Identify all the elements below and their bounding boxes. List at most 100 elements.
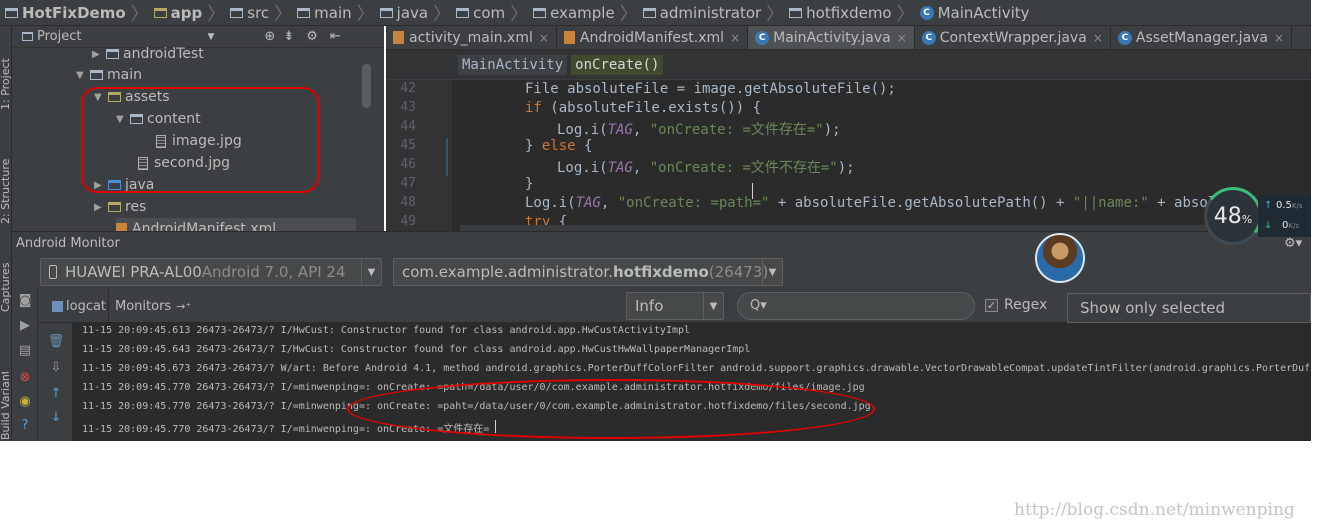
resource-folder-icon [108,202,121,212]
text-cursor [752,183,753,199]
tab-androidmanifest-xml[interactable]: AndroidManifest.xml × [557,26,749,49]
breadcrumb-mainactivity[interactable]: C MainActivity [917,0,1033,25]
crumb-method[interactable]: onCreate() [571,54,664,75]
tab-monitors[interactable]: Monitors →⁺ [115,289,191,323]
source-folder-icon [108,180,121,190]
line-number: 47 [400,176,416,191]
tree-item-main[interactable]: ▼ main [76,64,142,86]
chevron-down-icon[interactable]: ▼ [207,32,214,42]
log-level-select[interactable]: Info ▼ [626,292,724,320]
screenshot-icon[interactable]: ◙ [17,292,33,308]
breadcrumb-hotfixdemo[interactable]: hotfixdemo [786,0,894,25]
line-number: 45 [400,138,416,153]
logcat-search-input[interactable]: Q▾ [737,292,975,320]
scroll-to-end-icon[interactable]: ⇩ [48,359,64,375]
tab-mainactivity-java[interactable]: C MainActivity.java × [748,26,915,49]
package-icon [642,7,656,18]
expand-arrow-icon: ▶ [92,48,100,60]
log-line: 11-15 20:09:45.770 26473-26473/? I/=minw… [82,424,490,435]
breadcrumb-main[interactable]: main [294,0,354,25]
help-icon[interactable]: ? [17,417,33,433]
tree-item-image-jpg[interactable]: image.jpg [156,130,242,152]
arrow-down-icon[interactable]: ↓ [48,409,64,425]
logcat-output[interactable]: 11-15 20:09:45.613 26473-26473/? I/HwCus… [72,323,1311,441]
project-scrollbar[interactable] [362,64,371,108]
breadcrumb-project[interactable]: HotFixDemo [2,0,129,25]
terminate-icon[interactable]: ⊗ [17,369,33,385]
close-icon[interactable]: × [730,31,740,45]
breadcrumb-administrator[interactable]: administrator [640,0,764,25]
memory-usage-gauge[interactable]: 48% [1200,183,1266,249]
tab-logcat[interactable]: logcat [52,289,106,323]
breadcrumb-java[interactable]: java [377,0,431,25]
change-marker [446,138,448,176]
code-line-43: if (absoluteFile.exists()) { [525,100,762,116]
sync-icon[interactable]: ⊕ [264,29,275,44]
tree-item-second-jpg[interactable]: second.jpg [138,152,230,174]
tree-item-assets[interactable]: ▼ assets [94,86,170,108]
breadcrumb-example[interactable]: example [530,0,618,25]
breadcrumb-com[interactable]: com [453,0,508,25]
project-view-selector[interactable]: Project [37,29,81,44]
folder-icon [379,7,393,18]
gear-icon[interactable]: ⚙ [306,29,318,44]
tree-item-java[interactable]: ▶ java [94,174,154,196]
hide-panel-icon[interactable]: ⇤ [330,29,341,44]
breadcrumb-src[interactable]: src [227,0,272,25]
log-line: 11-15 20:09:45.770 26473-26473/? I/=minw… [82,401,871,412]
class-icon: C [755,30,770,45]
gear-icon[interactable]: ⚙▾ [1284,236,1302,251]
editor-tab-bar: activity_main.xml × AndroidManifest.xml × … [386,26,1311,50]
image-file-icon [138,156,148,170]
tree-item-content[interactable]: ▼ content [116,108,201,130]
clear-logcat-icon[interactable]: 🗑 [48,333,65,349]
log-line: 11-15 20:09:45.643 26473-26473/? I/HwCus… [82,344,751,355]
close-icon[interactable]: × [897,31,907,45]
expand-arrow-icon: ▶ [94,201,102,213]
log-line: 11-15 20:09:45.673 26473-26473/? W/art: … [82,363,1311,374]
network-speed-panel: ↑ 0.5K/s ↓ 0K/s [1258,195,1311,237]
log-line: 11-15 20:09:45.770 26473-26473/? I/=minw… [82,382,865,393]
chevron-down-icon: ▼ [361,259,381,285]
logcat-icon [52,300,63,312]
code-line-46: Log.i(TAG, "onCreate: =文件不存在="); [557,160,855,176]
gc-icon[interactable]: ◉ [17,393,33,409]
collapse-icon[interactable]: ⇟ [283,29,294,44]
pin-icon: →⁺ [176,299,192,313]
tree-item-androidtest[interactable]: ▶ androidTest [92,43,204,65]
avatar[interactable] [1035,233,1085,283]
package-icon [789,7,803,18]
tab-assetmanager-java[interactable]: C AssetManager.java × [1111,26,1293,49]
code-line-42: File absoluteFile = image.getAbsoluteFil… [525,81,896,97]
folder-icon [106,49,119,59]
folder-icon [297,7,311,18]
code-line-48: Log.i(TAG, "onCreate: =path=" + absolute… [525,195,1259,211]
line-number: 48 [400,195,416,210]
checkbox-icon: ✓ [985,298,998,312]
system-info-icon[interactable]: ▤ [17,342,33,358]
crumb-class[interactable]: MainActivity [458,54,568,75]
screen-record-icon[interactable]: ▶ [17,317,33,333]
tree-item-androidmanifest[interactable]: AndroidManifest.xml [116,218,356,231]
collapse-arrow-icon: ▼ [76,69,84,81]
close-icon[interactable]: × [1274,31,1284,45]
watermark: http://blog.csdn.net/minwenping [1014,500,1295,520]
code-editor[interactable]: File absoluteFile = image.getAbsoluteFil… [452,80,1311,231]
close-icon[interactable]: × [1093,31,1103,45]
regex-checkbox[interactable]: ✓ Regex [985,297,1047,313]
breadcrumb-module[interactable]: app [151,0,206,25]
navigation-breadcrumb: HotFixDemo 〉 app 〉 src 〉 main 〉 java 〉 com 〉 e… [0,0,1311,26]
process-selector[interactable]: com.example.administrator. hotfixdemo (26… [393,258,783,286]
device-selector[interactable]: HUAWEI PRA-AL00 Android 7.0, API 24 ▼ [40,258,382,286]
upload-speed: 0.5 [1276,200,1292,211]
image-file-icon [156,134,166,148]
tab-contextwrapper-java[interactable]: C ContextWrapper.java × [915,26,1111,49]
package-icon [456,7,470,18]
logcat-toolbar: logcat Monitors →⁺ Info ▼ Q▾ ✓ Regex Show … [12,289,1311,345]
tree-item-res[interactable]: ▶ res [94,196,146,218]
logcat-filter-select[interactable]: Show only selected application [1067,293,1311,345]
tab-activity-main-xml[interactable]: activity_main.xml × [386,26,557,49]
logcat-side-toolbar: ◙ ▶ ▤ ⊗ ◉ ? [12,289,38,441]
arrow-up-icon[interactable]: ↑ [48,385,64,401]
close-icon[interactable]: × [539,31,549,45]
